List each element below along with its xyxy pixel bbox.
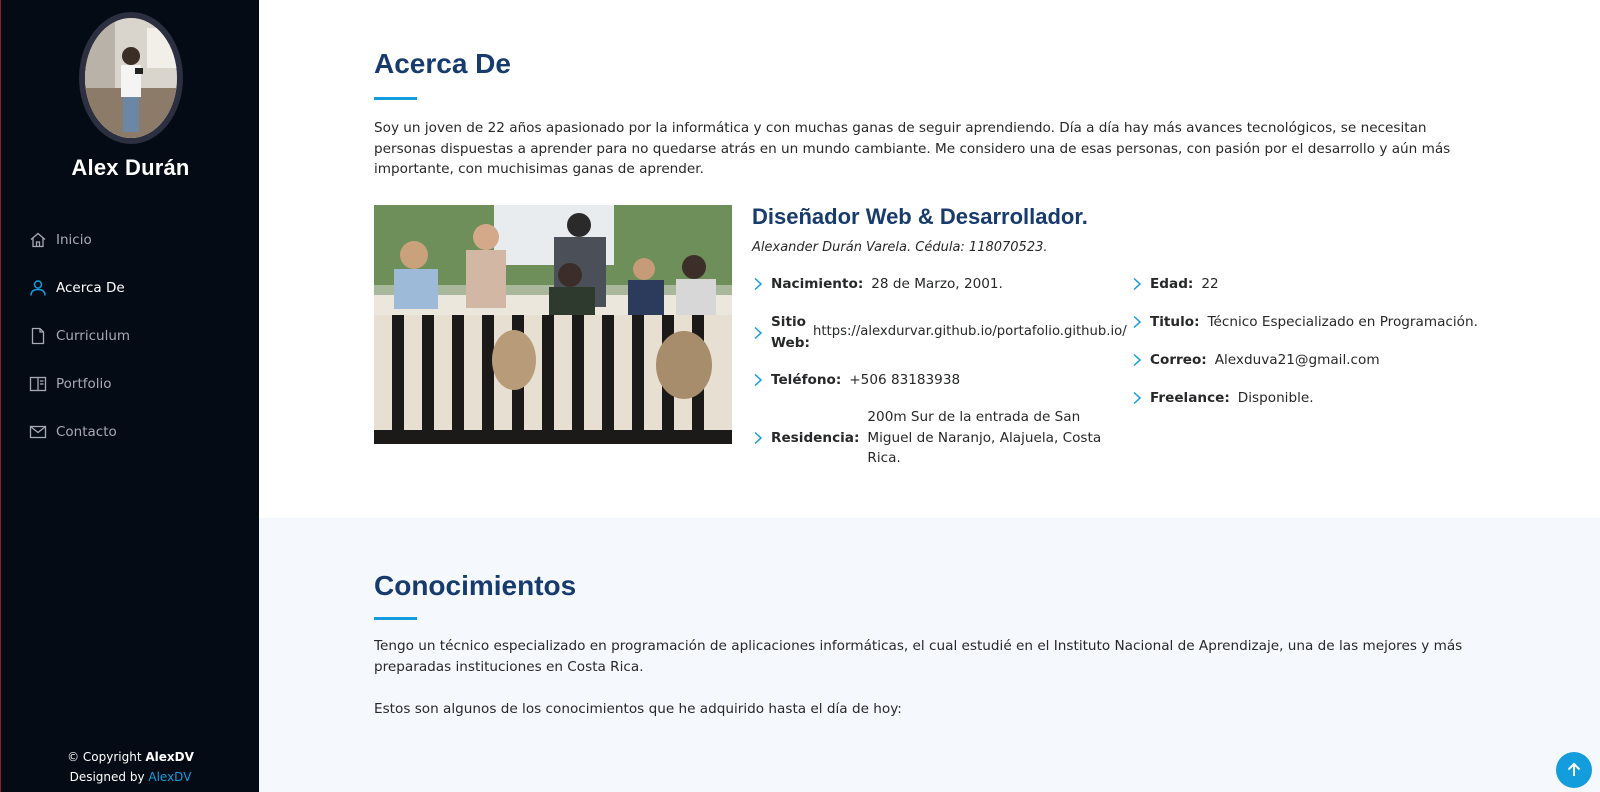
envelope-icon: [29, 423, 47, 441]
sidebar: Alex Durán Inicio Acerca De Curriculum P…: [0, 0, 259, 792]
back-to-top-button[interactable]: [1556, 752, 1592, 788]
info-key: Freelance:: [1150, 390, 1230, 406]
info-value[interactable]: Alexduva21@gmail.com: [1215, 350, 1380, 371]
chevron-right-icon: [752, 326, 764, 340]
about-title-underline: [374, 97, 417, 100]
skills-intro-list: Estos son algunos de los conocimientos q…: [374, 701, 902, 717]
info-titulo: Titulo: Técnico Especializado en Program…: [1131, 312, 1478, 333]
skills-paragraph: Tengo un técnico especializado en progra…: [374, 638, 1463, 675]
info-value: 28 de Marzo, 2001.: [871, 276, 1003, 292]
info-value: Técnico Especializado en Programación.: [1207, 314, 1478, 330]
nav-item-portfolio[interactable]: Portfolio: [29, 360, 130, 408]
info-value: 200m Sur de la entrada de San Miguel de …: [867, 409, 1102, 466]
arrow-up-icon: [1565, 761, 1583, 779]
info-value: 22: [1201, 276, 1219, 292]
nav-item-acerca-de[interactable]: Acerca De: [29, 264, 130, 312]
main-content: Acerca De Soy un joven de 22 años apasio…: [259, 0, 1600, 792]
info-value[interactable]: https://alexdurvar.github.io/portafolio.…: [813, 322, 1127, 343]
nav-item-contacto[interactable]: Contacto: [29, 408, 130, 456]
info-freelance: Freelance: Disponible.: [1131, 388, 1314, 409]
credits-link[interactable]: AlexDV: [148, 770, 191, 784]
info-key: Edad:: [1150, 276, 1194, 292]
profile-photo: [85, 18, 177, 138]
nav-label-curriculum: Curriculum: [56, 328, 131, 344]
info-key: Sitio Web:: [771, 314, 810, 351]
info-edad: Edad: 22: [1131, 274, 1219, 295]
copyright-prefix: © Copyright: [67, 750, 146, 764]
chevron-right-icon: [752, 277, 764, 291]
nav-label-acerca-de: Acerca De: [56, 280, 125, 296]
info-value: +506 83183938: [849, 372, 961, 388]
info-key: Titulo:: [1150, 314, 1200, 330]
about-title: Acerca De: [374, 48, 511, 79]
home-icon: [29, 231, 47, 249]
copyright: © Copyright AlexDV: [1, 747, 260, 767]
chevron-right-icon: [1131, 353, 1143, 367]
main-nav: Inicio Acerca De Curriculum Portfolio Co…: [29, 216, 130, 456]
file-icon: [29, 327, 47, 345]
info-correo: Correo: Alexduva21@gmail.com: [1131, 350, 1380, 371]
info-key: Teléfono:: [771, 372, 842, 388]
copyright-brand: AlexDV: [145, 750, 194, 764]
role-subtitle: Alexander Durán Varela. Cédula: 11807052…: [752, 240, 1048, 255]
chevron-right-icon: [1131, 315, 1143, 329]
nav-label-portfolio: Portfolio: [56, 376, 112, 392]
nav-label-contacto: Contacto: [56, 424, 117, 440]
info-key: Residencia:: [771, 429, 860, 446]
skills-section: Conocimientos Tengo un técnico especiali…: [259, 518, 1600, 792]
skills-title: Conocimientos: [374, 570, 577, 601]
person-icon: [29, 279, 47, 297]
info-telefono: Teléfono: +506 83183938: [752, 370, 960, 391]
credits: Designed by AlexDV: [1, 767, 260, 787]
sidebar-footer: © Copyright AlexDV Designed by AlexDV: [1, 747, 260, 787]
nav-label-inicio: Inicio: [56, 232, 92, 248]
credits-prefix: Designed by: [69, 770, 149, 784]
info-nacimiento: Nacimiento: 28 de Marzo, 2001.: [752, 274, 1003, 295]
about-intro: Soy un joven de 22 años apasionado por l…: [374, 120, 1451, 177]
profile-name: Alex Durán: [71, 155, 190, 180]
info-residencia: Residencia: 200m Sur de la entrada de Sa…: [752, 407, 1117, 469]
info-sitio-web: Sitio Web: https://alexdurvar.github.io/…: [752, 312, 1127, 353]
chevron-right-icon: [752, 431, 764, 445]
skills-title-underline: [374, 617, 417, 620]
info-key: Correo:: [1150, 352, 1207, 368]
info-value: Disponible.: [1237, 390, 1314, 406]
chevron-right-icon: [752, 373, 764, 387]
book-icon: [29, 375, 47, 393]
role-title: Diseñador Web & Desarrollador.: [752, 204, 1088, 229]
chevron-right-icon: [1131, 277, 1143, 291]
nav-item-curriculum[interactable]: Curriculum: [29, 312, 130, 360]
nav-item-inicio[interactable]: Inicio: [29, 216, 130, 264]
avatar: [79, 12, 183, 144]
about-photo: [374, 205, 732, 444]
chevron-right-icon: [1131, 391, 1143, 405]
info-key: Nacimiento:: [771, 276, 864, 292]
